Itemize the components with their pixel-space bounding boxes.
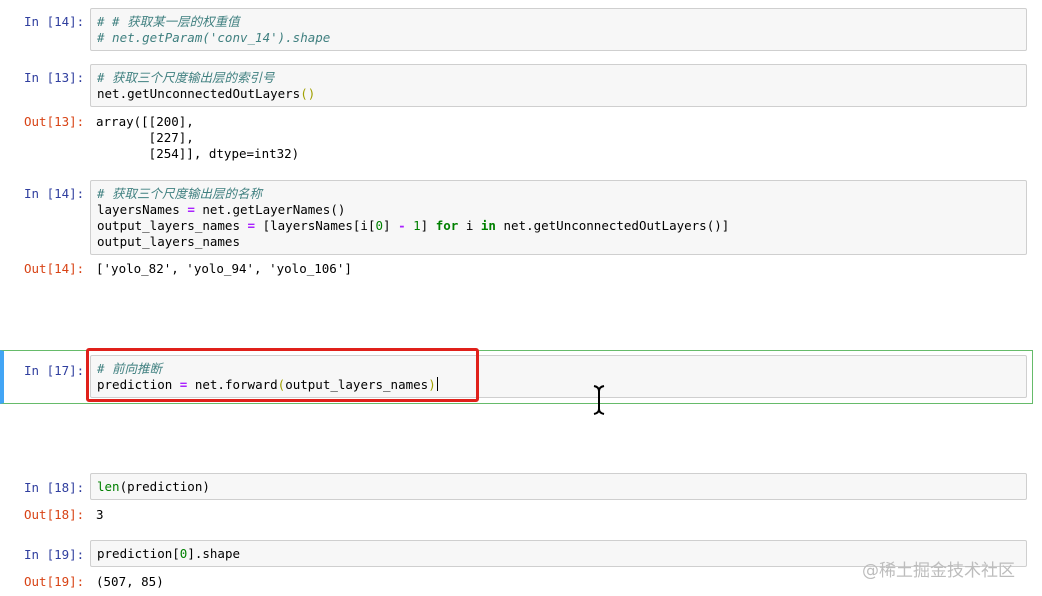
cell-6-expr-b: ].shape bbox=[187, 546, 241, 561]
cell-5-input-prompt: In [18]: bbox=[24, 480, 85, 495]
cell-3-num-1: 1 bbox=[413, 218, 421, 233]
cell-5-args: (prediction) bbox=[119, 479, 210, 494]
red-annotation-box bbox=[86, 348, 479, 402]
cell-3-assign-2: = bbox=[247, 218, 256, 233]
cell-6-output: (507, 85) bbox=[96, 574, 164, 589]
cell-4-input-prompt: In [17]: bbox=[24, 363, 85, 378]
cell-3-output: ['yolo_82', 'yolo_94', 'yolo_106'] bbox=[96, 261, 352, 276]
cell-3-expr-rest: net.getUnconnectedOutLayers()] bbox=[503, 218, 730, 233]
cell-6-input-prompt: In [19]: bbox=[24, 547, 85, 562]
cell-3-num-0: 0 bbox=[375, 218, 384, 233]
cell-3-in-keyword: in bbox=[480, 218, 496, 233]
cell-5-output: 3 bbox=[96, 507, 104, 522]
cell-6-expr-a: prediction[ bbox=[97, 546, 180, 561]
cell-5-output-prompt: Out[18]: bbox=[24, 507, 85, 522]
cell-2-code-call: net.getUnconnectedOutLayers bbox=[97, 86, 301, 101]
cell-3-var-1: layersNames bbox=[97, 202, 180, 217]
cell-6-output-prompt: Out[19]: bbox=[24, 574, 85, 589]
cell-3-comment: # 获取三个尺度输出层的名称 bbox=[97, 186, 263, 201]
cell-3-var-2: output_layers_names bbox=[97, 218, 240, 233]
watermark: @稀土掘金技术社区 bbox=[862, 561, 1015, 581]
cell-2-code-area[interactable]: # 获取三个尺度输出层的索引号 net.getUnconnectedOutLay… bbox=[90, 64, 1027, 107]
cell-3-loop-var: i bbox=[465, 218, 474, 233]
cell-5-builtin: len bbox=[97, 479, 120, 494]
cell-1-comment-line-2: # net.getParam('conv_14').shape bbox=[97, 30, 331, 45]
cell-5-code-area[interactable]: len(prediction) bbox=[90, 473, 1027, 500]
cell-3-minus: - bbox=[398, 218, 406, 233]
cell-3-assign-1: = bbox=[187, 202, 195, 217]
cell-3-call-1: net.getLayerNames() bbox=[202, 202, 346, 217]
cell-3-output-prompt: Out[14]: bbox=[24, 261, 85, 276]
cell-1-comment: # # 获取某一层的权重值 bbox=[97, 14, 240, 29]
cell-3-expr-a: [layersNames[i[ bbox=[262, 218, 376, 233]
cell-1-code-area[interactable]: # # 获取某一层的权重值 # net.getParam('conv_14').… bbox=[90, 8, 1027, 51]
cell-2-output: array([[200], [227], [254]], dtype=int32… bbox=[96, 114, 300, 161]
cell-2-code-parens: () bbox=[300, 86, 316, 101]
ibeam-cursor-icon bbox=[593, 385, 605, 415]
cell-3-input-prompt: In [14]: bbox=[24, 186, 85, 201]
cell-2-comment: # 获取三个尺度输出层的索引号 bbox=[97, 70, 275, 85]
cell-3-expr-c: ] bbox=[420, 218, 429, 233]
cell-2-input-prompt: In [13]: bbox=[24, 70, 85, 85]
cell-3-code-area[interactable]: # 获取三个尺度输出层的名称 layersNames = net.getLaye… bbox=[90, 180, 1027, 255]
cell-3-expr-b: ] bbox=[383, 218, 391, 233]
cell-1-input-prompt: In [14]: bbox=[24, 14, 85, 29]
cell-2-output-prompt: Out[13]: bbox=[24, 114, 85, 129]
cell-3-var-3: output_layers_names bbox=[97, 234, 240, 249]
cell-3-for-keyword: for bbox=[435, 218, 459, 233]
